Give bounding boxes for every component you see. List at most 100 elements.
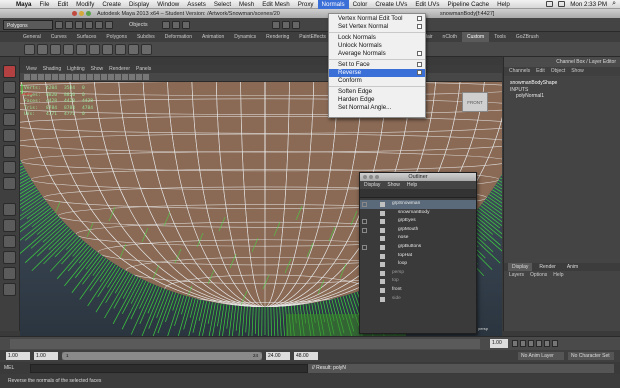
option-box-icon[interactable] [417,69,422,75]
clock[interactable]: Mon 2:33 PM [570,1,607,8]
shelf-tool-icon[interactable] [102,43,113,55]
snap-curve-icon[interactable] [171,20,180,29]
anim-layer-select[interactable]: No Anim Layer [518,352,564,360]
manipulator-tool-icon[interactable] [3,161,16,174]
new-scene-icon[interactable] [55,20,63,29]
shadows-icon[interactable] [129,74,135,80]
outliner-item[interactable]: grpButtons [360,243,476,252]
menu-create[interactable]: Create [98,0,125,9]
layer-tab-anim[interactable]: Anim [563,263,582,271]
layer-menu-help[interactable]: Help [553,271,563,280]
normals-menu-item-set-vertex-normal[interactable]: Set Vertex Normal [329,23,425,31]
shelf-tool-icon[interactable] [24,43,35,55]
menu-edit-uvs[interactable]: Edit UVs [411,0,443,9]
go-to-end-icon[interactable] [552,340,558,347]
menu-edit[interactable]: Edit [53,0,72,9]
layout-four-icon[interactable] [3,219,16,232]
battery-icon[interactable] [546,1,554,7]
character-set-select[interactable]: No Character Set [568,352,614,360]
normals-menu-item-average-normals[interactable]: Average Normals [329,50,425,58]
menu-mesh[interactable]: Mesh [235,0,258,9]
camera-select-icon[interactable] [24,74,30,80]
outliner-item[interactable]: nose [360,234,476,243]
close-icon[interactable] [72,11,77,16]
shelf-tab-subdivs[interactable]: Subdivs [132,32,160,42]
resolution-gate-icon[interactable] [66,74,72,80]
shelf-tab-deformation[interactable]: Deformation [160,32,197,42]
shelf-tab-surfaces[interactable]: Surfaces [72,32,102,42]
layer-tab-render[interactable]: Render [535,263,559,271]
wireframe-on-shaded-icon[interactable] [108,74,114,80]
lasso-tool-icon[interactable] [3,81,16,94]
wireframe-icon[interactable] [94,74,100,80]
menu-file[interactable]: File [35,0,53,9]
close-icon[interactable] [363,175,367,179]
layer-menu-options[interactable]: Options [530,271,547,280]
wifi-icon[interactable] [558,1,566,7]
outliner-item[interactable]: persp [360,269,476,278]
shelf-tool-icon[interactable] [37,43,48,55]
channel-box-menu-object[interactable]: Object [551,67,565,76]
scale-tool-icon[interactable] [3,145,16,158]
viewport-menu-renderer[interactable]: Renderer [109,66,130,72]
go-to-start-icon[interactable] [512,340,518,347]
layer-tab-display[interactable]: Display [508,263,533,271]
menu-color[interactable]: Color [349,0,372,9]
normals-menu-item-lock-normals[interactable]: Lock Normals [329,34,425,42]
window-controls[interactable] [72,11,91,16]
shelf-tool-icon[interactable] [115,43,126,55]
current-frame-field[interactable]: 1.00 [490,339,508,348]
isolate-select-icon[interactable] [143,74,149,80]
shelf-tab-gozbrush[interactable]: GoZBrush [511,32,544,42]
film-gate-icon[interactable] [59,74,65,80]
shelf-tab-general[interactable]: General [18,32,46,42]
layout-hypershade-icon[interactable] [3,283,16,296]
viewcube[interactable]: FRONT [462,92,488,112]
move-tool-icon[interactable] [3,113,16,126]
shelf-tool-icon[interactable] [63,43,74,55]
menu-proxy[interactable]: Proxy [294,0,318,9]
normals-menu-item-conform[interactable]: Conform [329,77,425,85]
normals-menu-item-set-normal-angle[interactable]: Set Normal Angle... [329,104,425,112]
shelf-tab-polygons[interactable]: Polygons [101,32,132,42]
normals-menu-item-soften-edge[interactable]: Soften Edge [329,88,425,96]
channel-box-menu-edit[interactable]: Edit [536,67,545,76]
outliner-filter-field[interactable] [360,189,476,198]
shelf-tool-icon[interactable] [128,43,139,55]
layout-outliner-icon[interactable] [3,251,16,264]
shelf-tab-curves[interactable]: Curves [46,32,72,42]
end-time-field[interactable]: 48.00 [294,352,318,360]
expand-icon[interactable] [362,219,367,225]
viewport-menu-panels[interactable]: Panels [136,66,151,72]
minimize-icon[interactable] [369,175,373,179]
normals-menu-item-vertex-normal-edit-tool[interactable]: Vertex Normal Edit Tool [329,15,425,23]
option-box-icon[interactable] [417,62,422,68]
field-chart-icon[interactable] [80,74,86,80]
viewport-menu-lighting[interactable]: Lighting [67,66,85,72]
lights-icon[interactable] [122,74,128,80]
outliner-menu-display[interactable]: Display [364,181,380,189]
image-plane-icon[interactable] [45,74,51,80]
time-ruler[interactable] [10,339,480,349]
play-back-icon[interactable] [528,340,534,347]
select-object-icon[interactable] [95,20,103,29]
select-component-icon[interactable] [105,20,113,29]
render-icon[interactable] [271,20,280,29]
menu-pipeline-cache[interactable]: Pipeline Cache [443,0,493,9]
normals-menu-item-unlock-normals[interactable]: Unlock Normals [329,42,425,50]
menu-edit-mesh[interactable]: Edit Mesh [258,0,294,9]
option-box-icon[interactable] [417,16,422,21]
outliner-item[interactable]: grpMouth [360,226,476,235]
open-scene-icon[interactable] [65,20,73,29]
outliner-item[interactable]: snowmanBody [360,209,476,218]
shelf-tab-rendering[interactable]: Rendering [261,32,294,42]
expand-icon[interactable] [362,244,367,250]
last-tool-icon[interactable] [3,177,16,190]
menu-app[interactable]: Maya [12,0,35,9]
channel-box-menu-show[interactable]: Show [571,67,584,76]
minimize-icon[interactable] [79,11,84,16]
normals-menu-item-set-to-face[interactable]: Set to Face [329,61,425,69]
outliner-item[interactable]: grpEyes [360,217,476,226]
layout-graph-icon[interactable] [3,267,16,280]
layout-single-icon[interactable] [3,203,16,216]
